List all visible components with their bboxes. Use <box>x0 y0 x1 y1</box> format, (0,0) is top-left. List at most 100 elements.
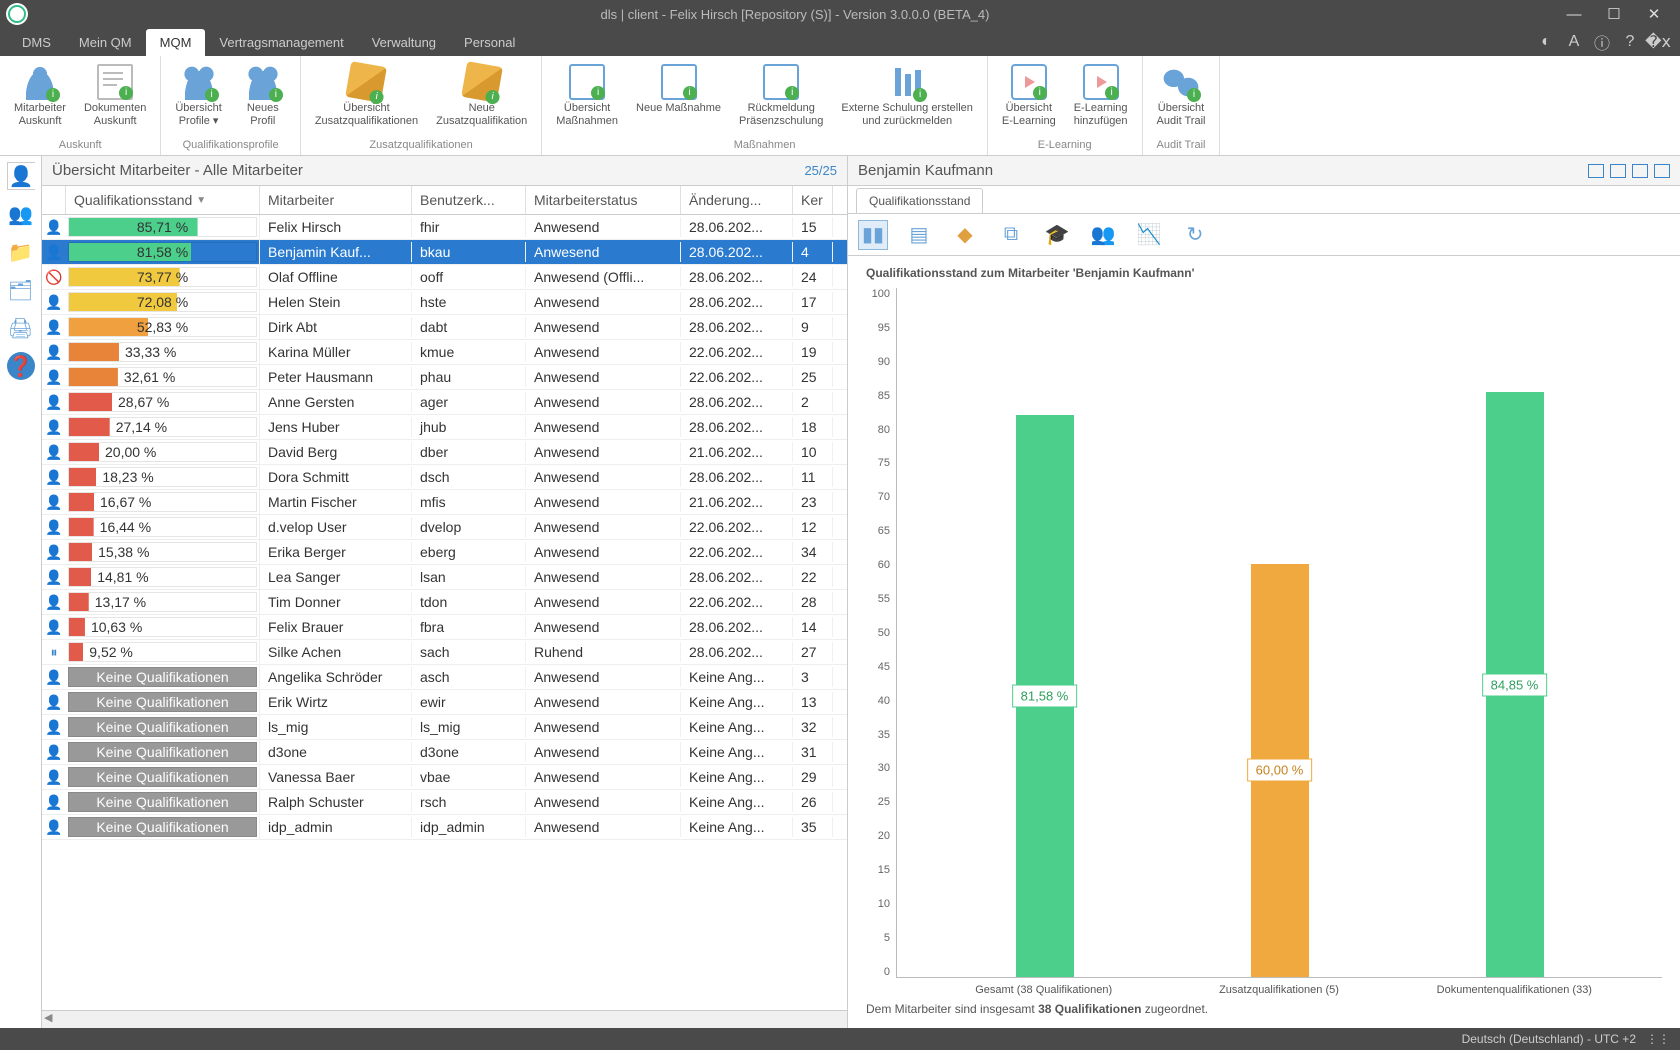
tab-qualifikationsstand[interactable]: Qualifikationsstand <box>856 188 983 213</box>
ribbon-neue-zusatzqualifikation[interactable]: iNeueZusatzqualifikation <box>430 60 533 137</box>
cell-user: ls_mig <box>412 717 526 737</box>
ribbon-externe-schulung-erstellen-und-zurckmelden[interactable]: iExterne Schulung erstellenund zurückmel… <box>835 60 978 137</box>
table-row[interactable]: 👤33,33 %Karina MüllerkmueAnwesend22.06.2… <box>42 340 847 365</box>
sidebar-icon-3[interactable]: 🗂 <box>7 276 35 304</box>
table-row[interactable]: 👤16,44 %d.velop UserdvelopAnwesend22.06.… <box>42 515 847 540</box>
cell-date: 28.06.202... <box>681 617 793 637</box>
ribbon-neue-manahme[interactable]: iNeue Maßnahme <box>630 60 727 137</box>
info-icon[interactable]: ⓘ <box>1588 28 1616 56</box>
table-row[interactable]: 👤52,83 %Dirk AbtdabtAnwesend28.06.202...… <box>42 315 847 340</box>
ribbon-bersicht-e-learning[interactable]: iÜbersichtE-Learning <box>996 60 1062 137</box>
cell-date: 28.06.202... <box>681 267 793 287</box>
column-header[interactable]: Qualifikationsstand▼ <box>66 186 260 214</box>
exit-icon[interactable]: �ⅹ <box>1644 28 1672 56</box>
sidebar-icon-4[interactable]: 🖨 <box>7 314 35 342</box>
table-row[interactable]: 👤Keine QualifikationenErik WirtzewirAnwe… <box>42 690 847 715</box>
ribbon-bersicht-zusatzqualifikationen[interactable]: iÜbersichtZusatzqualifikationen <box>309 60 424 137</box>
menu-tab-mqm[interactable]: MQM <box>146 29 206 56</box>
table-row[interactable]: 👤Keine Qualifikationend3oned3oneAnwesend… <box>42 740 847 765</box>
table-view-icon[interactable]: ▤ <box>904 220 934 250</box>
menu-tab-personal[interactable]: Personal <box>450 29 529 56</box>
table-row[interactable]: 👤Keine Qualifikationenls_migls_migAnwese… <box>42 715 847 740</box>
table-row[interactable]: ⏸9,52 %Silke AchensachRuhend28.06.202...… <box>42 640 847 665</box>
ribbon-neues-profil[interactable]: iNeuesProfil <box>234 60 292 137</box>
menu-tab-dms[interactable]: DMS <box>8 29 65 56</box>
sidebar-icon-5[interactable]: ❓ <box>7 352 35 380</box>
ribbon-bersicht-manahmen[interactable]: iÜbersichtMaßnahmen <box>550 60 624 137</box>
cell-ker: 15 <box>793 217 833 237</box>
horizontal-scrollbar[interactable] <box>42 1010 847 1028</box>
table-row[interactable]: 👤Keine QualifikationenRalph Schusterrsch… <box>42 790 847 815</box>
table-row[interactable]: 👤32,61 %Peter HausmannphauAnwesend22.06.… <box>42 365 847 390</box>
table-row[interactable]: 👤15,38 %Erika BergerebergAnwesend22.06.2… <box>42 540 847 565</box>
menu-tab-verwaltung[interactable]: Verwaltung <box>358 29 450 56</box>
layout-icon-3[interactable] <box>1632 164 1648 178</box>
graduation-icon[interactable]: 🎓 <box>1042 220 1072 250</box>
qualification-bar: Keine Qualifikationen <box>68 767 257 787</box>
ribbon-e-learning-hinzufgen[interactable]: iE-Learninghinzufügen <box>1068 60 1134 137</box>
ribbon-mitarbeiter-auskunft[interactable]: iMitarbeiterAuskunft <box>8 60 72 137</box>
cube-icon: i <box>346 61 388 103</box>
table-row[interactable]: 👤85,71 %Felix HirschfhirAnwesend28.06.20… <box>42 215 847 240</box>
cell-user: sach <box>412 642 526 662</box>
menu-tab-mein-qm[interactable]: Mein QM <box>65 29 146 56</box>
row-status-icon: 👤 <box>42 694 66 711</box>
resize-grip-icon[interactable]: ⋮⋮ <box>1646 1032 1670 1046</box>
column-header[interactable]: Ker <box>793 186 833 214</box>
history-icon[interactable]: ↻ <box>1180 220 1210 250</box>
sidebar-icon-1[interactable]: 👥 <box>7 200 35 228</box>
sidebar-icon-0[interactable]: 👤 <box>7 162 35 190</box>
table-row[interactable]: 🚫73,77 %Olaf OfflineooffAnwesend (Offli.… <box>42 265 847 290</box>
layout-icon-1[interactable] <box>1588 164 1604 178</box>
row-count: 25/25 <box>804 163 837 178</box>
cell-name: Jens Huber <box>260 417 412 437</box>
cell-name: Angelika Schröder <box>260 667 412 687</box>
column-header[interactable] <box>42 186 66 214</box>
chart-view-icon[interactable]: ▮▮ <box>858 220 888 250</box>
font-icon[interactable]: A <box>1560 28 1588 56</box>
column-header[interactable]: Mitarbeiterstatus <box>526 186 681 214</box>
ribbon-bersicht-profile-[interactable]: iÜbersichtProfile ▾ <box>169 60 227 137</box>
table-row[interactable]: 👤28,67 %Anne GerstenagerAnwesend28.06.20… <box>42 390 847 415</box>
table-row[interactable]: 👤72,08 %Helen SteinhsteAnwesend28.06.202… <box>42 290 847 315</box>
cube-icon[interactable]: ◆ <box>950 220 980 250</box>
help-icon[interactable]: ? <box>1616 28 1644 56</box>
table-row[interactable]: 👤10,63 %Felix BrauerfbraAnwesend28.06.20… <box>42 615 847 640</box>
table-row[interactable]: 👤13,17 %Tim DonnertdonAnwesend22.06.202.… <box>42 590 847 615</box>
cell-name: Olaf Offline <box>260 267 412 287</box>
menu-tab-vertragsmanagement[interactable]: Vertragsmanagement <box>205 29 357 56</box>
table-row[interactable]: 👤Keine Qualifikationenidp_adminidp_admin… <box>42 815 847 840</box>
ribbon-dokumenten-auskunft[interactable]: iDokumentenAuskunft <box>78 60 152 137</box>
table-row[interactable]: 👤14,81 %Lea SangerlsanAnwesend28.06.202.… <box>42 565 847 590</box>
copy-icon[interactable]: ⧉ <box>996 220 1026 250</box>
employee-grid[interactable]: Qualifikationsstand▼MitarbeiterBenutzerk… <box>42 186 847 1010</box>
trend-icon[interactable]: 📉 <box>1134 220 1164 250</box>
cell-status: Anwesend <box>526 242 681 262</box>
column-header[interactable]: Mitarbeiter <box>260 186 412 214</box>
layout-icon-4[interactable] <box>1654 164 1670 178</box>
table-row[interactable]: 👤16,67 %Martin FischermfisAnwesend21.06.… <box>42 490 847 515</box>
ribbon-bersicht-audit-trail[interactable]: iÜbersichtAudit Trail <box>1151 60 1212 137</box>
ribbon-rckmeldung-prsenzschulung[interactable]: iRückmeldungPräsenzschulung <box>733 60 829 137</box>
table-row[interactable]: 👤18,23 %Dora SchmittdschAnwesend28.06.20… <box>42 465 847 490</box>
people-icon[interactable]: 👥 <box>1088 220 1118 250</box>
cell-status: Anwesend <box>526 792 681 812</box>
table-row[interactable]: 👤81,58 %Benjamin Kauf...bkauAnwesend28.0… <box>42 240 847 265</box>
sidebar-icon-2[interactable]: 📁 <box>7 238 35 266</box>
cell-user: hste <box>412 292 526 312</box>
minimize-button[interactable]: — <box>1554 2 1594 26</box>
table-row[interactable]: 👤Keine QualifikationenVanessa BaervbaeAn… <box>42 765 847 790</box>
column-header[interactable]: Benutzerk... <box>412 186 526 214</box>
column-header[interactable]: Änderung... <box>681 186 793 214</box>
theme-icon[interactable]: ◐ <box>1532 28 1560 56</box>
layout-icon-2[interactable] <box>1610 164 1626 178</box>
table-row[interactable]: 👤Keine QualifikationenAngelika Schrödera… <box>42 665 847 690</box>
cell-ker: 2 <box>793 392 833 412</box>
cell-user: lsan <box>412 567 526 587</box>
table-row[interactable]: 👤27,14 %Jens HuberjhubAnwesend28.06.202.… <box>42 415 847 440</box>
cell-status: Anwesend <box>526 592 681 612</box>
cell-name: Dora Schmitt <box>260 467 412 487</box>
table-row[interactable]: 👤20,00 %David BergdberAnwesend21.06.202.… <box>42 440 847 465</box>
close-button[interactable]: ✕ <box>1634 2 1674 26</box>
maximize-button[interactable]: ☐ <box>1594 2 1634 26</box>
